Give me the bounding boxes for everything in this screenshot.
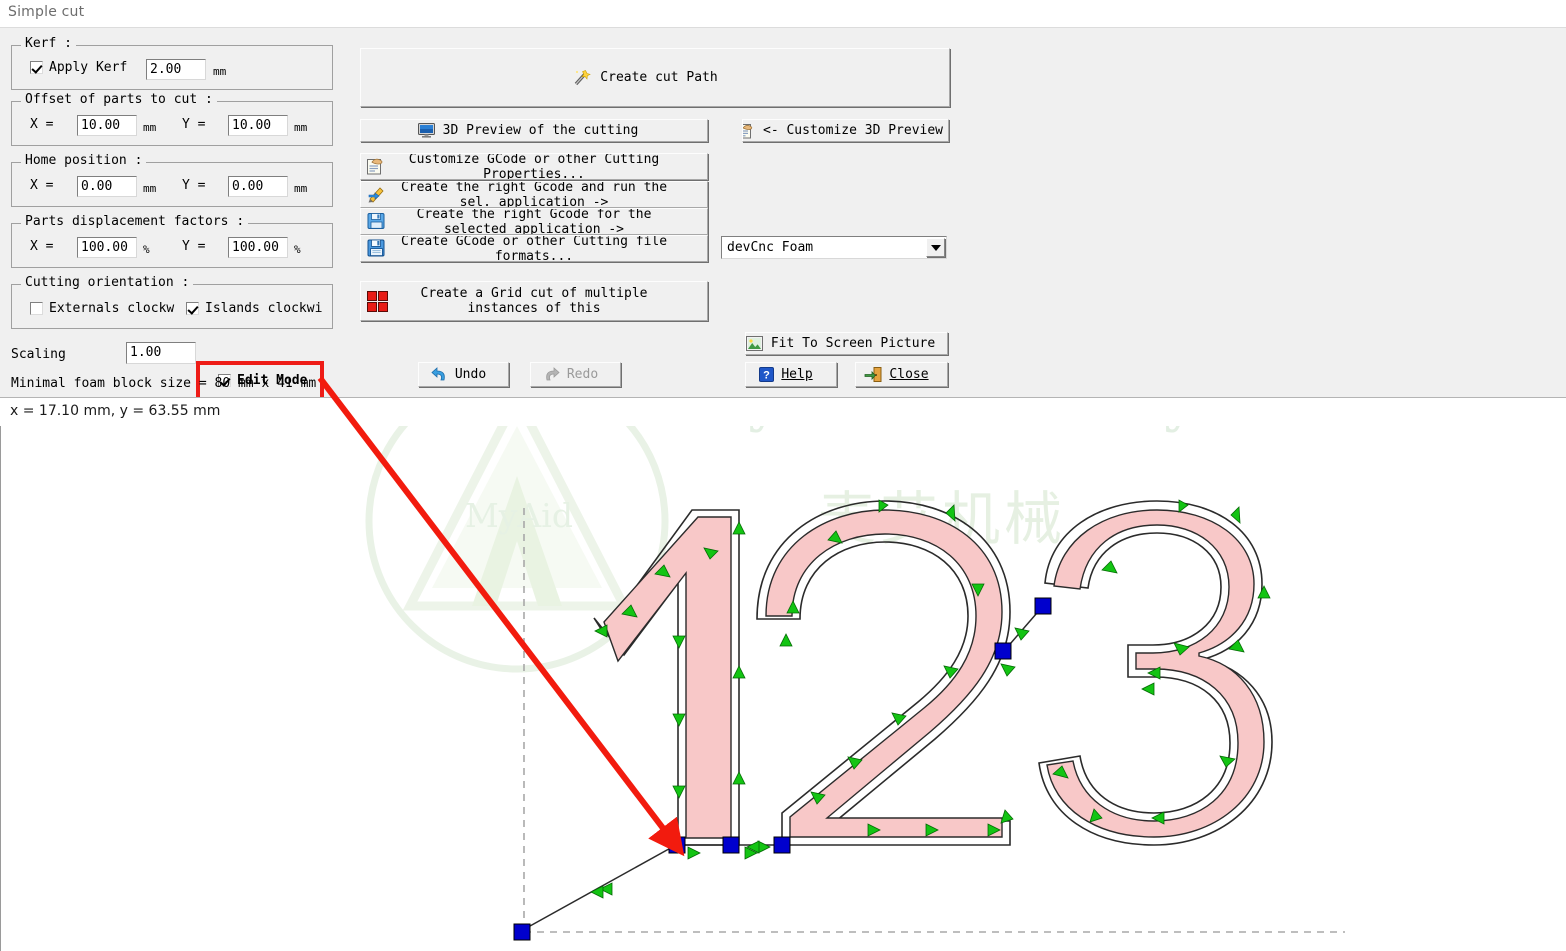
displacement-x-label: X = [30, 239, 54, 254]
offset-y-label: Y = [182, 117, 206, 132]
offset-groupbox-caption: Offset of parts to cut : [21, 93, 217, 107]
home-y-input[interactable]: 0.00 [228, 176, 288, 197]
undo-button[interactable]: Undo [418, 362, 509, 387]
magic-wand-icon [572, 68, 592, 87]
create-gcode-for-selected-button[interactable]: Create the right Gcode for the selected … [360, 208, 708, 235]
chevron-down-icon[interactable] [926, 238, 945, 257]
properties-page-icon [743, 123, 755, 139]
externals-clockwise-checkbox[interactable]: Externals clockw [30, 301, 174, 316]
home-position-groupbox-caption: Home position : [21, 154, 147, 168]
create-gcode-other-formats-label: Create GCode or other Cutting file forma… [400, 235, 668, 262]
exit-door-icon [864, 367, 882, 382]
fit-to-screen-button[interactable]: Fit To Screen Picture [745, 332, 948, 355]
create-grid-cut-label: Create a Grid cut of multiple instances … [420, 286, 648, 316]
islands-clockwise-checkbox[interactable]: Islands clockwi [186, 301, 322, 316]
fit-to-screen-label: Fit To Screen Picture [770, 336, 936, 351]
displacement-x-unit: % [143, 243, 150, 256]
displacement-y-label: Y = [182, 239, 206, 254]
create-gcode-for-selected-label: Create the right Gcode for the selected … [416, 208, 652, 235]
preview-3d-button[interactable]: 3D Preview of the cutting [360, 119, 708, 142]
pen-run-icon [367, 185, 387, 205]
cursor-coordinates-readout: x = 17.10 mm, y = 63.55 mm [10, 403, 221, 419]
help-label: Help [781, 367, 813, 382]
help-button[interactable]: ? Help [745, 362, 837, 387]
digit-1-part [603, 516, 732, 839]
window-title: Simple cut [8, 4, 85, 20]
window-titlebar: Simple cut [0, 0, 1566, 27]
customize-3d-preview-button[interactable]: <- Customize 3D Preview [742, 119, 949, 142]
apply-kerf-checkbox-box[interactable] [30, 61, 43, 74]
customize-3d-preview-label: <- Customize 3D Preview [763, 123, 944, 138]
apply-kerf-label: Apply Kerf [49, 60, 128, 75]
displacement-groupbox-caption: Parts displacement factors : [21, 215, 249, 229]
create-gcode-and-run-button[interactable]: Create the right Gcode and run the sel. … [360, 181, 708, 208]
toolpath-drawing[interactable] [0, 426, 1566, 951]
offset-x-label: X = [30, 117, 54, 132]
create-gcode-and-run-label: Create the right Gcode and run the sel. … [400, 181, 668, 208]
svg-text:?: ? [763, 370, 770, 382]
scaling-input[interactable]: 1.00 [126, 342, 196, 364]
floppy-disk-icon [367, 212, 387, 232]
kerf-groupbox-caption: Kerf : [21, 37, 76, 51]
node-handle-selected [668, 836, 686, 854]
offset-x-unit: mm [143, 121, 157, 134]
cutting-orientation-groupbox-caption: Cutting orientation : [21, 276, 194, 290]
node-handle-2 [722, 836, 740, 854]
displacement-x-input[interactable]: 100.00 [77, 237, 137, 258]
create-grid-cut-button[interactable]: Create a Grid cut of multiple instances … [360, 281, 708, 321]
kerf-unit-label: mm [213, 65, 227, 78]
picture-icon [746, 336, 763, 351]
home-y-label: Y = [182, 178, 206, 193]
node-handle-4 [994, 642, 1012, 660]
redo-arrow-icon [543, 367, 560, 382]
grid-icon [367, 291, 388, 312]
displacement-y-unit: % [294, 243, 301, 256]
islands-clockwise-checkbox-box[interactable] [186, 302, 199, 315]
create-gcode-other-formats-button[interactable]: Create GCode or other Cutting file forma… [360, 235, 708, 262]
home-x-label: X = [30, 178, 54, 193]
create-cut-path-label: Create cut Path [600, 70, 718, 85]
cut-preview-canvas[interactable]: Myaid Machinery MyAid 麦艾机械 [0, 426, 1566, 951]
islands-clockwise-label: Islands clockwi [205, 301, 323, 316]
node-handle-3 [773, 836, 791, 854]
machine-select-value: devCnc Foam [727, 240, 814, 255]
offset-y-unit: mm [294, 121, 308, 134]
externals-clockwise-checkbox-box[interactable] [30, 302, 43, 315]
minimal-foam-block-size-label: Minimal foam block size = 80 mm x 41 mm [11, 376, 317, 391]
simple-cut-dialog: Kerf : Apply Kerf 2.00 mm Offset of part… [0, 27, 1566, 403]
close-button[interactable]: Close [855, 362, 948, 387]
offset-x-input[interactable]: 10.00 [77, 115, 137, 136]
externals-clockwise-label: Externals clockw [49, 301, 175, 316]
apply-kerf-checkbox[interactable]: Apply Kerf [30, 60, 127, 75]
node-handle-origin [513, 923, 531, 941]
displacement-y-input[interactable]: 100.00 [228, 237, 288, 258]
properties-note-icon [367, 157, 387, 177]
monitor-icon [417, 123, 435, 138]
digit-2-part [765, 509, 1003, 838]
node-handle-5 [1034, 597, 1052, 615]
redo-button: Redo [530, 362, 621, 387]
redo-label: Redo [566, 367, 599, 382]
question-mark-icon: ? [759, 367, 775, 382]
create-cut-path-button[interactable]: Create cut Path [360, 48, 950, 107]
home-x-unit: mm [143, 182, 157, 195]
home-y-unit: mm [294, 182, 308, 195]
status-bar: x = 17.10 mm, y = 63.55 mm [0, 397, 1566, 428]
machine-select-dropdown[interactable]: devCnc Foam [721, 236, 947, 259]
undo-label: Undo [454, 367, 487, 382]
kerf-value-input[interactable]: 2.00 [146, 59, 206, 80]
home-x-input[interactable]: 0.00 [77, 176, 137, 197]
undo-arrow-icon [431, 367, 448, 382]
offset-y-input[interactable]: 10.00 [228, 115, 288, 136]
customize-gcode-button[interactable]: Customize GCode or other Cutting Propert… [360, 153, 708, 180]
close-label: Close [889, 367, 929, 382]
customize-gcode-label: Customize GCode or other Cutting Propert… [408, 153, 660, 180]
preview-3d-label: 3D Preview of the cutting [442, 123, 639, 138]
scaling-label: Scaling [11, 347, 66, 362]
floppy-disk-save-icon [367, 239, 387, 259]
